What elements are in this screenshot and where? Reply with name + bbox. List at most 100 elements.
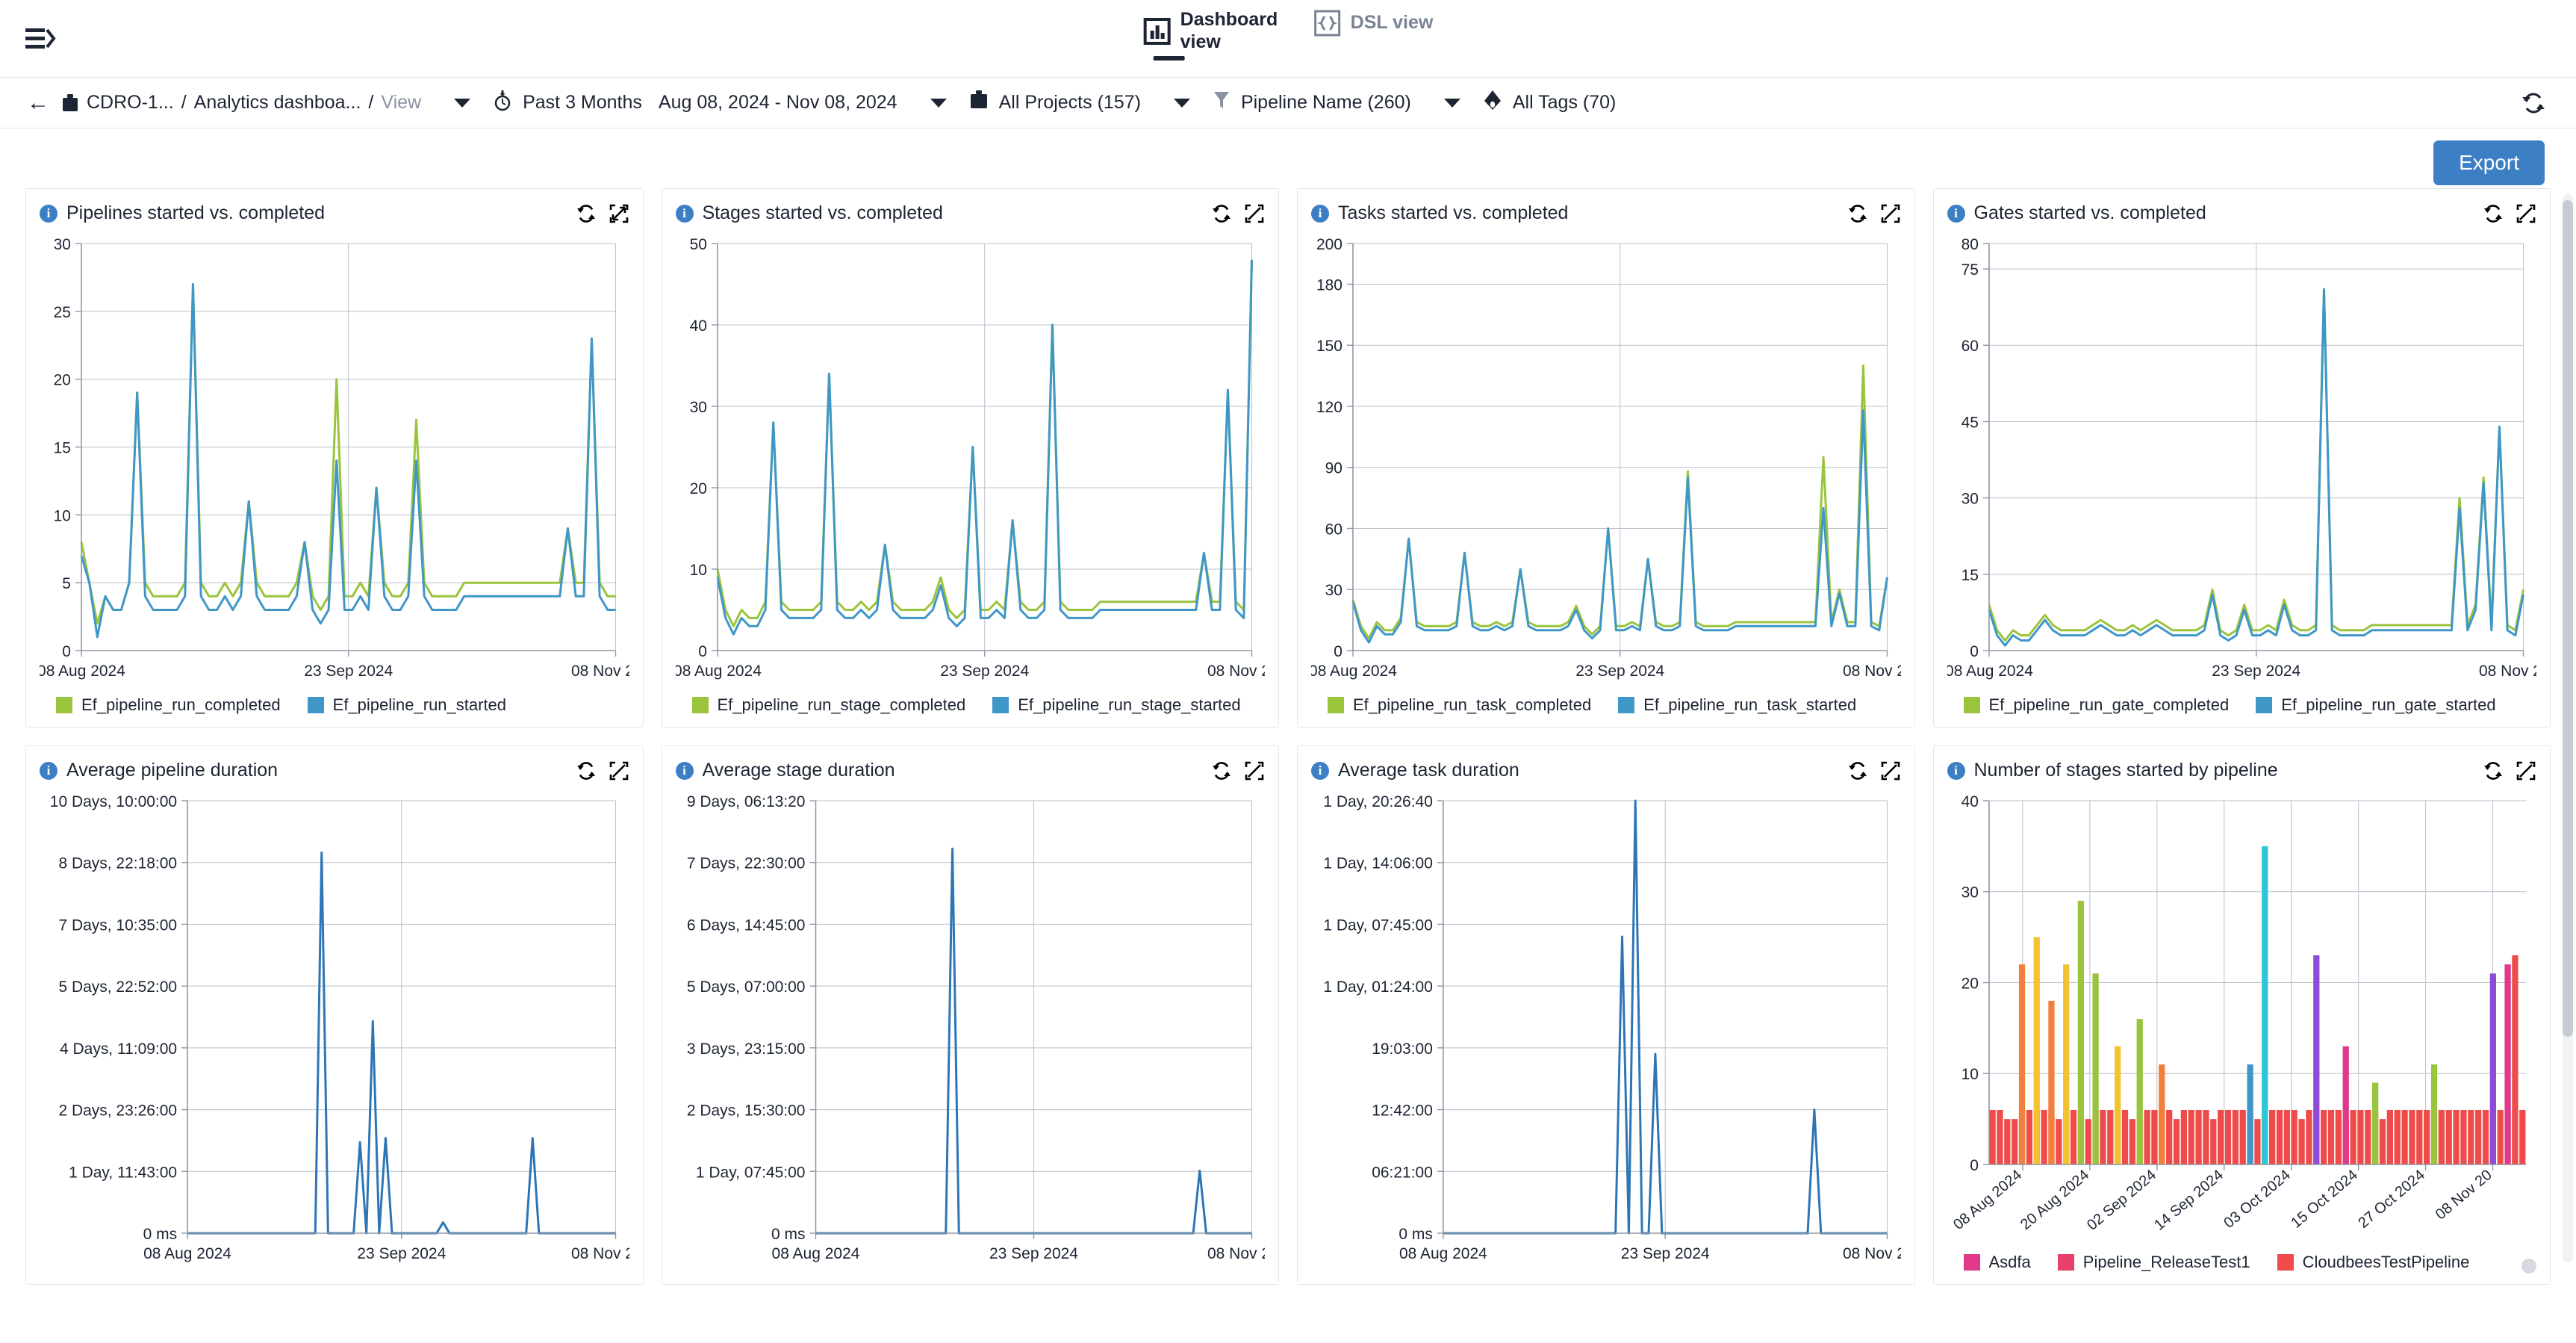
chart-legend: Ef_pipeline_run_completed Ef_pipeline_run… (40, 691, 629, 716)
projects-label: All Projects (157) (998, 92, 1141, 113)
briefcase-icon (61, 93, 79, 113)
svg-text:20: 20 (54, 372, 71, 389)
legend-item[interactable]: Ef_pipeline_run_started (307, 695, 506, 715)
svg-text:08 Aug 2024: 08 Aug 2024 (40, 663, 125, 680)
legend-item[interactable]: Ef_pipeline_run_completed (56, 695, 281, 715)
date-range-label: Aug 08, 2024 - Nov 08, 2024 (658, 92, 897, 113)
svg-text:0: 0 (1970, 1157, 1979, 1174)
breadcrumb-dropdown-caret[interactable] (454, 98, 471, 108)
svg-text:7 Days, 22:30:00: 7 Days, 22:30:00 (686, 855, 805, 872)
svg-text:7 Days, 10:35:00: 7 Days, 10:35:00 (58, 916, 177, 934)
chart-legend: Ef_pipeline_run_gate_completed Ef_pipelin… (1947, 691, 2537, 716)
card-average-task-duration: i Average task duration 0 ms 06:21:00 12:4… (1297, 745, 1915, 1285)
card-header: i Pipelines started vs. completed (40, 202, 629, 224)
expand-icon[interactable] (609, 760, 629, 781)
tags-filter[interactable]: All Tags (70) (1483, 90, 1616, 116)
info-icon[interactable]: i (675, 761, 694, 780)
expand-icon[interactable] (1244, 760, 1265, 781)
expand-icon[interactable] (1880, 203, 1901, 224)
legend-item[interactable]: Ef_pipeline_run_gate_started (2256, 695, 2496, 715)
legend-item[interactable]: Ef_pipeline_run_task_completed (1328, 695, 1591, 715)
svg-text:23 Sep 2024: 23 Sep 2024 (940, 663, 1029, 680)
page-scrollbar-thumb[interactable] (2563, 200, 2573, 1037)
svg-text:14 Sep 2024: 14 Sep 2024 (2151, 1167, 2227, 1234)
legend-label: Ef_pipeline_run_stage_started (1018, 695, 1241, 714)
svg-text:08 Aug 2024: 08 Aug 2024 (771, 1245, 859, 1262)
info-icon[interactable]: i (40, 204, 57, 223)
refresh-icon[interactable] (1211, 203, 1232, 224)
back-button[interactable]: ← (27, 91, 49, 114)
refresh-icon[interactable] (2483, 203, 2504, 224)
legend-item[interactable]: CloudbeesTestPipeline (2277, 1253, 2469, 1272)
refresh-icon[interactable] (2521, 90, 2546, 116)
refresh-icon[interactable] (576, 760, 597, 781)
chart-scroll-handle[interactable] (2521, 1259, 2536, 1274)
svg-text:1 Day, 11:43:00: 1 Day, 11:43:00 (69, 1164, 177, 1181)
svg-text:8 Days, 22:18:00: 8 Days, 22:18:00 (58, 855, 177, 872)
info-icon[interactable]: i (1947, 204, 1965, 223)
chart-average-pipeline-duration[interactable]: 0 ms 1 Day, 11:43:00 2 Days, 23:26:00 4 Day… (40, 790, 629, 1274)
time-range-filter[interactable]: Past 3 Months Aug 08, 2024 - Nov 08, 202… (493, 89, 897, 117)
svg-text:200: 200 (1316, 236, 1343, 253)
tab-dsl-view[interactable]: DSL view (1313, 9, 1434, 45)
projects-filter[interactable]: All Projects (157) (969, 90, 1141, 116)
expand-icon[interactable] (1244, 203, 1265, 224)
refresh-icon[interactable] (1211, 760, 1232, 781)
breadcrumb: CDRO-1... / Analytics dashboa... / View (61, 92, 421, 114)
page-scrollbar[interactable] (2563, 194, 2573, 1262)
legend-item[interactable]: Ef_pipeline_run_stage_started (992, 695, 1241, 715)
info-icon[interactable]: i (1311, 761, 1329, 780)
chart-pipelines[interactable]: 0 5 10 15 20 25 30 08 Aug 2024 23 Sep 2024 08 Nov… (40, 233, 629, 691)
chart-gates[interactable]: 0 15 30 45 60 75 80 08 Aug 2024 23 Sep 2024 08 No… (1947, 233, 2537, 691)
chart-stages[interactable]: 0 10 20 30 40 50 08 Aug 2024 23 Sep 2024 08 Nov … (676, 233, 1266, 691)
refresh-icon[interactable] (2483, 760, 2504, 781)
breadcrumb-view[interactable]: View (381, 92, 421, 114)
info-icon[interactable]: i (1947, 761, 1965, 780)
breadcrumb-project[interactable]: CDRO-1... (87, 92, 174, 114)
info-icon[interactable]: i (40, 761, 57, 780)
chart-tasks[interactable]: 0 30 60 90 120 150 180 200 08 Aug 2024 23 Sep 202… (1311, 233, 1901, 691)
legend-item[interactable]: Ef_pipeline_run_gate_completed (1963, 695, 2229, 715)
tab-dsl-view-label: DSL view (1350, 12, 1434, 34)
code-braces-icon (1313, 9, 1342, 37)
export-button[interactable]: Export (2433, 140, 2545, 185)
legend-label: Ef_pipeline_run_gate_started (2281, 695, 2496, 714)
card-title: Pipelines started vs. completed (66, 202, 326, 223)
legend-item[interactable]: Ef_pipeline_run_task_started (1618, 695, 1856, 715)
svg-text:5 Days, 07:00:00: 5 Days, 07:00:00 (686, 978, 805, 996)
svg-text:08 Nov 2024: 08 Nov 2024 (1207, 1245, 1265, 1262)
breadcrumb-separator-2: / (368, 92, 374, 113)
chart-stages-by-pipeline[interactable]: 0 10 20 30 40 08 Aug 2024 20 Aug 2024 02 Sep 20… (1947, 790, 2537, 1248)
pipeline-name-dropdown-caret[interactable] (1443, 98, 1460, 108)
legend-item[interactable]: Ef_pipeline_run_stage_completed (691, 695, 965, 715)
svg-text:3 Days, 23:15:00: 3 Days, 23:15:00 (686, 1040, 805, 1058)
hamburger-menu-icon[interactable] (24, 22, 58, 55)
svg-text:0: 0 (62, 643, 71, 660)
expand-icon[interactable] (2516, 760, 2536, 781)
card-header: i Tasks started vs. completed (1311, 202, 1901, 224)
chart-average-task-duration[interactable]: 0 ms 06:21:00 12:42:00 19:03:00 1 Day, 01:24… (1311, 790, 1900, 1274)
expand-icon[interactable] (609, 203, 629, 224)
svg-text:80: 80 (1961, 236, 1978, 253)
pipeline-name-filter[interactable]: Pipeline Name (260) (1213, 90, 1411, 116)
refresh-icon[interactable] (1847, 203, 1868, 224)
legend-item[interactable]: Pipeline_ReleaseTest1 (2057, 1253, 2250, 1272)
svg-text:120: 120 (1316, 399, 1343, 416)
tab-dashboard-view[interactable]: Dashboard view (1143, 9, 1278, 61)
card-header: i Average task duration (1311, 760, 1901, 781)
svg-text:19:03:00: 19:03:00 (1372, 1040, 1433, 1058)
info-icon[interactable]: i (1311, 204, 1329, 223)
expand-icon[interactable] (1880, 760, 1901, 781)
chart-average-stage-duration[interactable]: 0 ms 1 Day, 07:45:00 2 Days, 15:30:00 3 Day… (676, 790, 1265, 1274)
date-range-dropdown-caret[interactable] (930, 98, 947, 108)
refresh-icon[interactable] (1847, 760, 1868, 781)
svg-text:08 Aug 2024: 08 Aug 2024 (1399, 1245, 1487, 1262)
breadcrumb-dashboard[interactable]: Analytics dashboa... (194, 92, 361, 114)
svg-text:08 Aug 2024: 08 Aug 2024 (143, 1245, 231, 1262)
legend-item[interactable]: Asdfa (1963, 1253, 2031, 1272)
svg-text:12:42:00: 12:42:00 (1372, 1102, 1433, 1120)
projects-dropdown-caret[interactable] (1173, 98, 1190, 108)
refresh-icon[interactable] (576, 203, 597, 224)
expand-icon[interactable] (2516, 203, 2536, 224)
info-icon[interactable]: i (675, 204, 694, 223)
